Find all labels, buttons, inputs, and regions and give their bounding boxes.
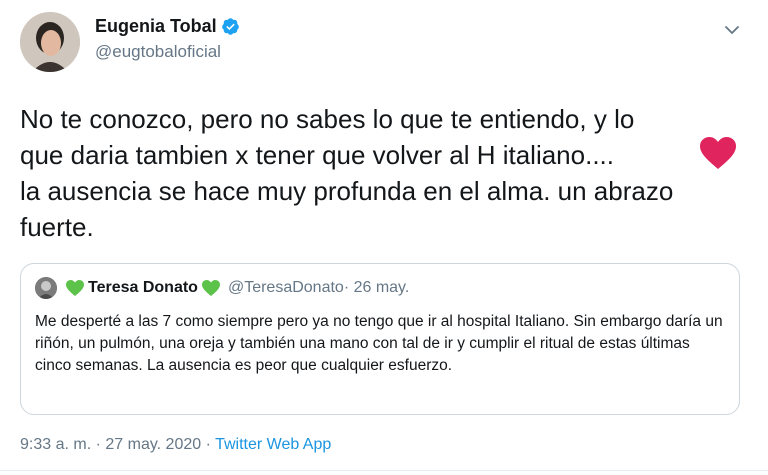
quoted-tweet-date[interactable]: · 26 may. [344,279,410,297]
quoted-author-avatar[interactable] [35,277,57,299]
green-heart-icon [201,280,220,296]
author-display-name[interactable]: Eugenia Tobal [95,16,240,37]
author-name-block: Eugenia Tobal @eugtobaloficial [95,16,240,62]
tweet-timestamp[interactable]: 9:33 a. m. · 27 may. 2020 · [20,436,215,453]
tweet-card: Eugenia Tobal @eugtobaloficial No te con… [0,0,768,475]
verified-badge-icon [221,18,239,35]
author-handle[interactable]: @eugtobaloficial [95,42,240,62]
divider [0,470,768,471]
green-heart-icon [66,280,84,296]
tweet-text: No te conozco, pero no sabes lo que te e… [20,104,674,242]
quoted-author-handle[interactable]: @TeresaDonato [228,279,344,297]
source-app-link[interactable]: Twitter Web App [215,436,331,453]
tweet-footer: 9:33 a. m. · 27 may. 2020 · Twitter Web … [20,436,331,454]
display-name-text[interactable]: Eugenia Tobal [95,16,217,37]
red-heart-icon [700,137,736,169]
quoted-tweet-text: Me desperté a las 7 como siempre pero ya… [35,313,723,374]
author-avatar[interactable] [20,12,80,72]
quoted-author-name[interactable]: Teresa Donato [88,279,198,297]
quoted-tweet[interactable]: Teresa Donato @TeresaDonato · 26 may. Me… [20,263,740,415]
quoted-tweet-header: Teresa Donato @TeresaDonato · 26 may. [35,277,409,299]
chevron-down-icon[interactable] [722,20,742,40]
